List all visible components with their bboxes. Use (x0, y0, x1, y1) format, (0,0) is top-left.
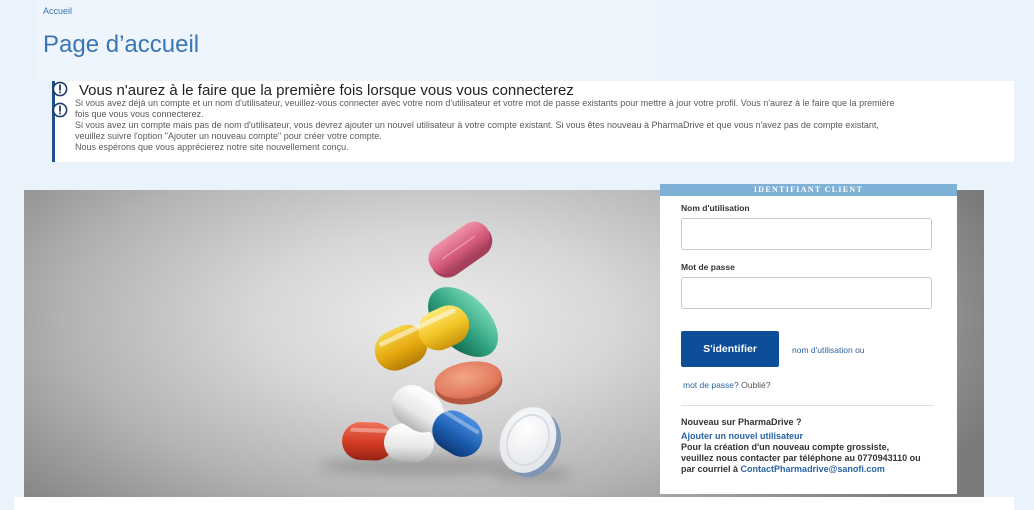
page-title: Page d’accueil (43, 31, 200, 58)
icon-dot (59, 112, 61, 115)
new-user-block: Ajouter un nouvel utilisateur Pour la cr… (681, 431, 921, 475)
login-header: IDENTIFIANT CLIENT (660, 184, 957, 196)
contact-email-link[interactable]: ContactPharmadrive@sanofi.com (741, 464, 885, 474)
notice-line: veuillez suivre l'option "Ajouter un nou… (75, 131, 382, 141)
alert-circle-icon (52, 81, 68, 97)
first-login-notice: Vous n'aurez à le faire que la première … (52, 81, 1014, 162)
or-label: ou (855, 345, 865, 355)
login-panel: IDENTIFIANT CLIENT Nom d'utilisation Mot… (660, 184, 957, 494)
login-button[interactable]: S'identifier (681, 331, 779, 367)
notice-body: Si vous avez déjà un compte et un nom d'… (75, 98, 895, 153)
forgot-password-link[interactable]: mot de passe? (683, 380, 739, 390)
new-user-heading: Nouveau sur PharmaDrive ? (681, 417, 802, 427)
notice-line: Nous espérons que vous apprécierez notre… (75, 142, 349, 152)
forgot-suffix: Oublié? (741, 380, 771, 390)
page-header: Accueil Page d’accueil (35, 0, 657, 80)
username-label: Nom d'utilisation (681, 203, 750, 213)
forgot-password: mot de passe? Oublié? (683, 380, 770, 391)
alert-circle-icon (52, 102, 68, 118)
contact-line: veuillez nous contacter par téléphone au… (681, 453, 921, 463)
notice-line: fois que vous vous connecterez. (75, 109, 204, 119)
forgot-username-link[interactable]: nom d'utilisation (792, 345, 853, 355)
contact-email-line: par courriel à ContactPharmadrive@sanofi… (681, 464, 921, 475)
password-label: Mot de passe (681, 262, 735, 272)
pink-tablet (428, 221, 493, 278)
footer-strip (14, 497, 1014, 510)
contact-line: Pour la création d'un nouveau compte gro… (681, 442, 890, 452)
forgot-username: nom d'utilisation ou (792, 345, 865, 356)
alert-circle-icon-glyph (52, 81, 68, 97)
divider (681, 405, 934, 406)
notice-line: Si vous avez un compte mais pas de nom d… (75, 120, 879, 130)
orange-tablet (434, 361, 503, 405)
add-user-link[interactable]: Ajouter un nouvel utilisateur (681, 431, 803, 441)
notice-line: Si vous avez déjà un compte et un nom d'… (75, 98, 895, 108)
alert-circle-icon-glyph (52, 102, 68, 118)
contact-prefix: par courriel à (681, 464, 739, 474)
username-input[interactable] (681, 218, 932, 250)
icon-dot (59, 91, 61, 94)
password-input[interactable] (681, 277, 932, 309)
breadcrumb-home-link[interactable]: Accueil (43, 6, 72, 17)
